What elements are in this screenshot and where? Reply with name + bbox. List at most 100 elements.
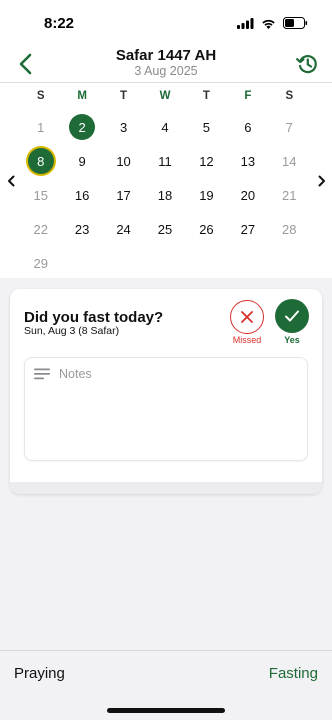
fast-date: Sun, Aug 3 (8 Safar) bbox=[24, 325, 120, 337]
calendar-day[interactable]: 13 bbox=[227, 144, 268, 178]
notes-box[interactable] bbox=[24, 357, 308, 461]
calendar-day[interactable]: 7 bbox=[269, 110, 310, 144]
chevron-right-icon bbox=[318, 175, 325, 187]
page-subtitle: 3 Aug 2025 bbox=[134, 64, 198, 78]
signal-icon bbox=[237, 17, 254, 29]
wifi-icon bbox=[262, 19, 275, 29]
calendar-day-number: 13 bbox=[240, 153, 256, 169]
calendar-day[interactable]: 16 bbox=[61, 178, 102, 212]
calendar-day-number: 20 bbox=[240, 187, 256, 203]
card-footer bbox=[10, 482, 322, 494]
checkmark-icon bbox=[285, 310, 299, 322]
calendar-day-number: 18 bbox=[157, 187, 173, 203]
yes-button[interactable] bbox=[275, 299, 309, 333]
calendar-day-number: 7 bbox=[285, 119, 293, 135]
calendar-day-number: 8 bbox=[27, 148, 54, 174]
calendar-day-number: 25 bbox=[157, 221, 173, 237]
calendar-day[interactable]: 20 bbox=[227, 178, 268, 212]
calendar-day[interactable]: 23 bbox=[61, 212, 102, 246]
calendar-day[interactable]: 17 bbox=[103, 178, 144, 212]
calendar-day-number: 22 bbox=[33, 221, 48, 237]
calendar-day-number: 10 bbox=[116, 153, 131, 169]
calendar-day[interactable]: 24 bbox=[103, 212, 144, 246]
calendar-day[interactable]: 26 bbox=[186, 212, 227, 246]
calendar-day-number: 28 bbox=[282, 221, 297, 237]
calendar-day[interactable]: 14 bbox=[269, 144, 310, 178]
calendar-day[interactable]: 1 bbox=[20, 110, 61, 144]
calendar-day[interactable]: 6 bbox=[227, 110, 268, 144]
calendar-day[interactable]: 28 bbox=[269, 212, 310, 246]
previous-month-button[interactable] bbox=[4, 172, 18, 190]
page-title: Safar 1447 AH bbox=[115, 47, 217, 64]
chevron-left-icon bbox=[8, 175, 15, 187]
calendar-day[interactable]: 27 bbox=[227, 212, 268, 246]
calendar-day[interactable]: 10 bbox=[103, 144, 144, 178]
calendar-day-number: 1 bbox=[37, 119, 45, 135]
battery-icon bbox=[283, 17, 308, 29]
weekday-label: S bbox=[285, 90, 294, 102]
weekday-label: T bbox=[202, 90, 210, 102]
calendar-day-number: 14 bbox=[282, 153, 297, 169]
status-time: 8:22 bbox=[44, 15, 75, 32]
calendar-day-number: 17 bbox=[116, 187, 131, 203]
weekday-label: T bbox=[120, 90, 128, 102]
calendar-day[interactable]: 18 bbox=[144, 178, 185, 212]
top-panel: 8:22 Safar 1447 AH 3 Aug 2025 S M T W T … bbox=[0, 0, 332, 278]
calendar-day-number: 29 bbox=[33, 255, 48, 271]
calendar-day[interactable]: 9 bbox=[61, 144, 102, 178]
calendar-day-number: 15 bbox=[33, 187, 48, 203]
tab-fasting[interactable]: Fasting bbox=[269, 665, 318, 682]
tab-praying[interactable]: Praying bbox=[14, 665, 65, 682]
calendar-day[interactable]: 22 bbox=[20, 212, 61, 246]
calendar-day-today[interactable]: 8 bbox=[20, 144, 61, 178]
calendar-day[interactable]: 29 bbox=[20, 246, 61, 280]
history-button[interactable] bbox=[294, 51, 320, 77]
notes-input[interactable] bbox=[59, 364, 299, 384]
calendar-day-number: 24 bbox=[116, 221, 131, 237]
calendar-day-number: 6 bbox=[244, 119, 252, 135]
status-bar: 8:22 bbox=[0, 0, 332, 46]
yes-label: Yes bbox=[284, 335, 300, 345]
home-indicator bbox=[107, 708, 225, 713]
header-divider bbox=[0, 82, 332, 83]
calendar-day-number: 19 bbox=[199, 187, 214, 203]
calendar-day-number: 2 bbox=[69, 114, 96, 140]
calendar-day-number: 23 bbox=[74, 221, 90, 237]
calendar-day[interactable]: 11 bbox=[144, 144, 185, 178]
weekday-label: S bbox=[36, 90, 45, 102]
calendar-day-number: 5 bbox=[202, 119, 211, 135]
calendar-day-selected[interactable]: 2 bbox=[61, 110, 102, 144]
missed-label: Missed bbox=[232, 335, 262, 345]
close-icon bbox=[241, 311, 253, 323]
calendar-day[interactable]: 5 bbox=[186, 110, 227, 144]
calendar-day[interactable]: 12 bbox=[186, 144, 227, 178]
calendar-day-number: 12 bbox=[199, 153, 214, 169]
history-icon bbox=[296, 55, 317, 74]
next-month-button[interactable] bbox=[315, 172, 329, 190]
missed-button[interactable] bbox=[230, 300, 264, 334]
calendar-day-number: 27 bbox=[240, 221, 256, 237]
calendar-day-number: 26 bbox=[199, 221, 214, 237]
calendar-day[interactable]: 15 bbox=[20, 178, 61, 212]
calendar-grid: 1 2 3 4 5 6 7 8 9 10 11 12 13 14 15 16 17 18 19 20 21 22 23 24 2… bbox=[20, 110, 310, 280]
weekday-label: M bbox=[77, 90, 87, 102]
calendar-day-number: 16 bbox=[74, 187, 90, 203]
calendar-day-number: 3 bbox=[119, 119, 128, 135]
weekday-label: W bbox=[159, 90, 171, 102]
status-icons bbox=[237, 17, 308, 29]
calendar-day[interactable]: 3 bbox=[103, 110, 144, 144]
weekday-header: S M T W T F S bbox=[20, 90, 310, 102]
calendar-day[interactable]: 21 bbox=[269, 178, 310, 212]
notes-lines-icon bbox=[34, 368, 50, 380]
fast-entry-card: Did you fast today? Sun, Aug 3 (8 Safar)… bbox=[10, 289, 322, 494]
fast-question: Did you fast today? bbox=[24, 309, 164, 326]
calendar-day[interactable]: 19 bbox=[186, 178, 227, 212]
calendar-day[interactable]: 4 bbox=[144, 110, 185, 144]
weekday-label: F bbox=[244, 90, 252, 102]
calendar-day-number: 9 bbox=[78, 153, 86, 169]
calendar-day-number: 11 bbox=[158, 153, 172, 169]
calendar-day-number: 21 bbox=[282, 187, 297, 203]
calendar-day-number: 4 bbox=[161, 119, 169, 135]
calendar-day[interactable]: 25 bbox=[144, 212, 185, 246]
header: Safar 1447 AH 3 Aug 2025 bbox=[0, 44, 332, 84]
